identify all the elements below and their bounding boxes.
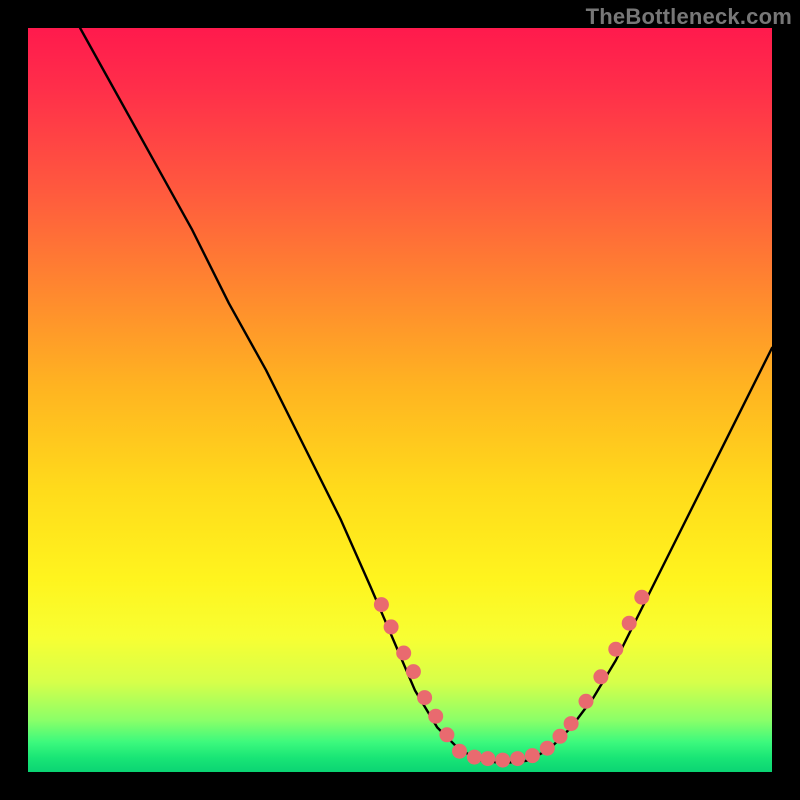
data-point	[452, 744, 467, 759]
data-point	[579, 694, 594, 709]
curve-path	[80, 28, 772, 763]
data-point	[417, 690, 432, 705]
data-point	[622, 616, 637, 631]
data-point	[428, 709, 443, 724]
chart-overlay	[0, 0, 800, 800]
watermark: TheBottleneck.com	[586, 4, 792, 30]
chart-frame: TheBottleneck.com	[0, 0, 800, 800]
data-point	[467, 750, 482, 765]
data-point	[384, 619, 399, 634]
data-point	[593, 669, 608, 684]
data-point	[495, 753, 510, 768]
data-point	[480, 751, 495, 766]
data-point	[608, 642, 623, 657]
data-point	[396, 646, 411, 661]
data-point	[553, 729, 568, 744]
data-point	[540, 741, 555, 756]
bottleneck-curve	[80, 28, 772, 763]
data-point	[510, 751, 525, 766]
data-point	[439, 727, 454, 742]
data-points	[374, 590, 649, 768]
data-point	[564, 716, 579, 731]
data-point	[525, 748, 540, 763]
data-point	[634, 590, 649, 605]
data-point	[406, 664, 421, 679]
data-point	[374, 597, 389, 612]
